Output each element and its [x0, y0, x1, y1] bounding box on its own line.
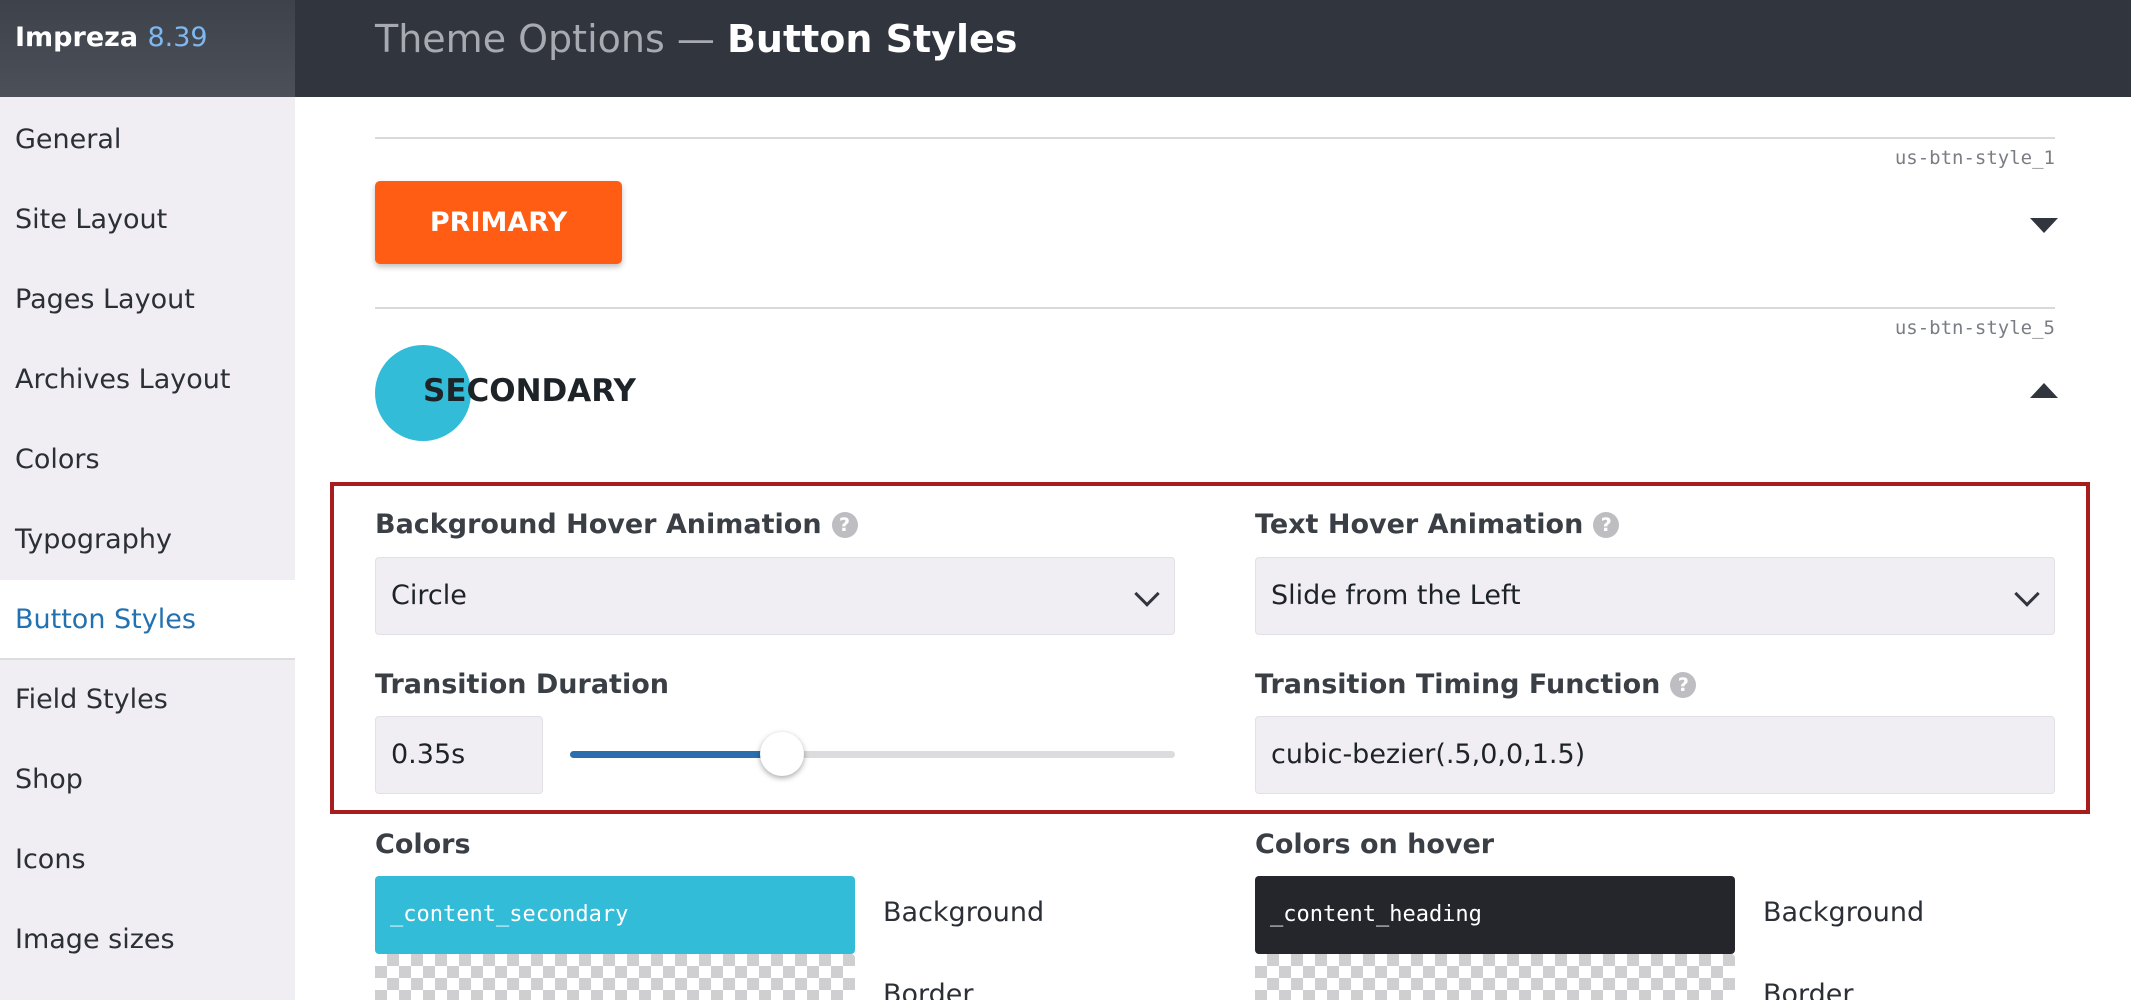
color-hover-border-name: Border — [1763, 979, 1854, 1000]
sidebar-item-icons[interactable]: Icons — [0, 820, 295, 900]
collapse-caret-icon[interactable] — [2030, 383, 2058, 398]
colors-label: Colors — [375, 829, 471, 860]
transition-duration-slider[interactable] — [570, 751, 1175, 758]
expand-caret-icon[interactable] — [2030, 218, 2058, 233]
sidebar-item-field-styles[interactable]: Field Styles — [0, 660, 295, 740]
style-id-secondary: us-btn-style_5 — [1894, 317, 2055, 339]
color-hover-background-field[interactable]: _content_heading — [1255, 876, 1735, 954]
color-hover-background-name: Background — [1763, 897, 1925, 928]
secondary-button-preview[interactable]: SECONDARY — [423, 373, 636, 409]
sidebar-item-pages-layout[interactable]: Pages Layout — [0, 260, 295, 340]
question-icon[interactable]: ? — [1670, 672, 1697, 698]
question-icon[interactable]: ? — [1593, 512, 1620, 538]
primary-button-preview[interactable]: PRIMARY — [375, 181, 622, 264]
text-hover-animation-label: Text Hover Animation? — [1255, 509, 1620, 540]
page-header: Theme Options — Button Styles — [295, 0, 2131, 97]
bg-hover-animation-label: Background Hover Animation? — [375, 509, 858, 540]
sidebar-item-archives-layout[interactable]: Archives Layout — [0, 340, 295, 420]
brand-version: 8.39 — [147, 22, 208, 53]
slider-fill — [570, 751, 782, 758]
transition-duration-input[interactable]: 0.35s — [375, 716, 543, 794]
page-title-prefix: Theme Options — — [375, 17, 727, 61]
color-border-field[interactable] — [375, 954, 855, 1000]
sidebar-item-typography[interactable]: Typography — [0, 500, 295, 580]
bg-hover-animation-select[interactable]: Circle — [375, 557, 1175, 635]
color-border-name: Border — [883, 979, 974, 1000]
transition-duration-label: Transition Duration — [375, 669, 669, 700]
slider-handle[interactable] — [760, 732, 804, 776]
main-content: us-btn-style_1 PRIMARY us-btn-style_5 SE… — [295, 97, 2131, 1000]
color-hover-border-field[interactable] — [1255, 954, 1735, 1000]
sidebar-item-site-layout[interactable]: Site Layout — [0, 180, 295, 260]
divider — [375, 307, 2055, 309]
chevron-down-icon — [1134, 581, 1160, 607]
transition-timing-input[interactable]: cubic-bezier(.5,0,0,1.5) — [1255, 716, 2055, 794]
color-background-field[interactable]: _content_secondary — [375, 876, 855, 954]
text-hover-animation-select[interactable]: Slide from the Left — [1255, 557, 2055, 635]
divider — [375, 137, 2055, 139]
sidebar-item-general[interactable]: General — [0, 100, 295, 180]
style-id-primary: us-btn-style_1 — [1894, 147, 2055, 169]
question-icon[interactable]: ? — [831, 512, 858, 538]
sidebar-item-shop[interactable]: Shop — [0, 740, 295, 820]
sidebar-item-button-styles[interactable]: Button Styles — [0, 580, 295, 660]
page-title-main: Button Styles — [726, 17, 1018, 61]
page-title: Theme Options — Button Styles — [375, 17, 1017, 61]
brand-name: Impreza — [15, 22, 139, 53]
brand: Impreza 8.39 — [0, 0, 295, 97]
color-background-name: Background — [883, 897, 1045, 928]
sidebar: Impreza 8.39 General Site Layout Pages L… — [0, 0, 295, 1000]
colors-hover-label: Colors on hover — [1255, 829, 1495, 860]
sidebar-item-colors[interactable]: Colors — [0, 420, 295, 500]
chevron-down-icon — [2014, 581, 2040, 607]
transition-timing-label: Transition Timing Function? — [1255, 669, 1697, 700]
sidebar-item-image-sizes[interactable]: Image sizes — [0, 900, 295, 980]
